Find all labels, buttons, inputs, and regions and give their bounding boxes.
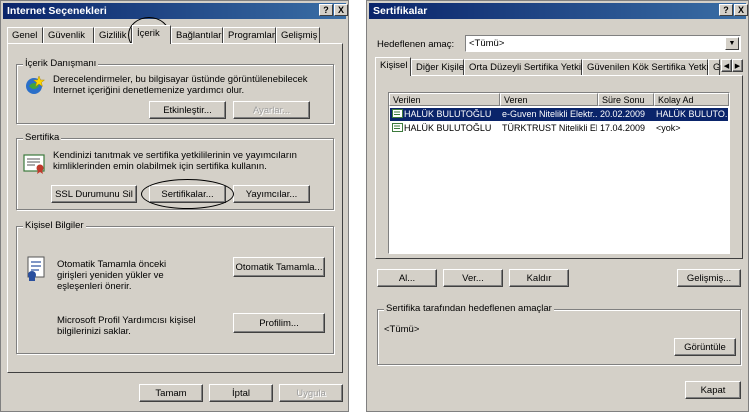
- help-button[interactable]: ?: [719, 4, 733, 16]
- cell-issued-by: e-Guven Nitelikli Elektr...: [502, 109, 597, 119]
- content-advisor-title: İçerik Danışmanı: [23, 58, 99, 69]
- certificates-title: Sertifika: [23, 132, 62, 143]
- certificates-titlebar: Sertifikalar: [369, 3, 746, 19]
- certificate-icon: [392, 123, 403, 132]
- tab-privacy[interactable]: Gizlilik: [94, 27, 132, 43]
- intended-purpose-dropdown[interactable]: <Tümü> ▼: [465, 35, 741, 52]
- tab-bar: Genel Güvenlik Gizlilik İçerik Bağlantıl…: [7, 25, 343, 44]
- cell-issued-to: HALÜK BULUTOĞLU: [404, 109, 492, 119]
- window-title: Sertifikalar: [373, 5, 428, 17]
- tab-more[interactable]: Gü: [708, 59, 720, 75]
- column-header-expiration[interactable]: Süre Sonu: [598, 93, 654, 106]
- tab-personal[interactable]: Kişisel: [375, 57, 411, 76]
- intended-purpose-label: Hedeflenen amaç:: [377, 39, 455, 50]
- cell-issued-by: TÜRKTRUST Nitelikli El...: [502, 123, 597, 133]
- cell-expiration: 17.04.2009: [600, 123, 646, 133]
- cell-issued-to: HALÜK BULUTOĞLU: [404, 123, 492, 133]
- certificates-window: Sertifikalar ? X Hedeflenen amaç: <Tümü>…: [366, 0, 749, 412]
- tab-trusted-root-ca[interactable]: Güvenilen Kök Sertifika Yetkilileri: [582, 59, 725, 75]
- content-advisor-description: Derecelendirmeler, bu bilgisayar üstünde…: [53, 74, 308, 96]
- settings-button[interactable]: Ayarlar...: [233, 101, 310, 119]
- export-button[interactable]: Ver...: [443, 269, 503, 287]
- certificate-icon: [23, 154, 45, 174]
- column-header-friendly-name[interactable]: Kolay Ad: [654, 93, 729, 106]
- profile-description: Microsoft Profil Yardımcısı kişisel bilg…: [57, 315, 196, 337]
- tab-connections[interactable]: Bağlantılar: [171, 27, 223, 43]
- table-row[interactable]: HALÜK BULUTOĞLU e-Guven Nitelikli Elektr…: [390, 108, 728, 121]
- cert-tab-bar: Kişisel Diğer Kişiler Orta Düzeyli Serti…: [375, 57, 743, 76]
- tab-intermediate-ca[interactable]: Orta Düzeyli Sertifika Yetkilileri: [464, 59, 598, 75]
- tab-scroll-right-icon[interactable]: ▶: [732, 59, 743, 72]
- clear-ssl-state-button[interactable]: SSL Durumunu Sil: [51, 185, 137, 203]
- personal-info-group: Kişisel Bilgiler Otomatik Tamamla önceki…: [16, 220, 334, 354]
- intended-purposes-value: <Tümü>: [384, 324, 420, 335]
- advanced-button[interactable]: Gelişmiş...: [677, 269, 741, 287]
- tab-general[interactable]: Genel: [7, 27, 43, 43]
- autocomplete-button[interactable]: Otomatik Tamamla...: [233, 257, 325, 277]
- apply-button[interactable]: Uygula: [279, 384, 343, 402]
- cancel-button[interactable]: İptal: [209, 384, 273, 402]
- autocomplete-form-icon: [27, 256, 45, 281]
- tab-programs[interactable]: Programlar: [223, 27, 276, 43]
- tab-advanced[interactable]: Gelişmiş: [276, 27, 320, 43]
- close-button[interactable]: X: [334, 4, 348, 16]
- certificates-button-highlight-oval: [141, 179, 234, 209]
- close-button[interactable]: X: [734, 4, 748, 16]
- cell-expiration: 20.02.2009: [600, 109, 646, 119]
- remove-button[interactable]: Kaldır: [509, 269, 569, 287]
- window-title: Internet Seçenekleri: [7, 5, 107, 17]
- intended-purposes-group: Sertifika tarafından hedeflenen amaçlar …: [377, 303, 741, 365]
- ratings-star-icon: [26, 75, 45, 94]
- internet-options-titlebar: Internet Seçenekleri: [3, 3, 346, 19]
- cell-friendly-name: HALÜK BULUTO...: [656, 109, 728, 119]
- column-header-issued-by[interactable]: Veren: [500, 93, 598, 106]
- close-dialog-button[interactable]: Kapat: [685, 381, 741, 399]
- intended-purposes-title: Sertifika tarafından hedeflenen amaçlar: [384, 303, 554, 314]
- certificate-list[interactable]: Verilen Veren Süre Sonu Kolay Ad HALÜK B…: [388, 92, 730, 254]
- intended-purpose-value: <Tümü>: [469, 38, 505, 49]
- tab-other-people[interactable]: Diğer Kişiler: [411, 59, 467, 75]
- certificate-icon: [392, 109, 403, 118]
- table-row[interactable]: HALÜK BULUTOĞLU TÜRKTRUST Nitelikli El..…: [390, 122, 728, 135]
- tab-scroll-left-icon[interactable]: ◀: [721, 59, 732, 72]
- publishers-button[interactable]: Yayımcılar...: [233, 185, 310, 203]
- content-tab-panel: İçerik Danışmanı Derecelendirmeler, bu b…: [7, 43, 343, 373]
- cell-friendly-name: <yok>: [656, 123, 681, 133]
- content-advisor-group: İçerik Danışmanı Derecelendirmeler, bu b…: [16, 58, 334, 124]
- my-profile-button[interactable]: Profilim...: [233, 313, 325, 333]
- tab-security[interactable]: Güvenlik: [43, 27, 94, 43]
- view-button[interactable]: Görüntüle: [674, 338, 736, 356]
- column-header-issued-to[interactable]: Verilen: [389, 93, 500, 106]
- chevron-down-icon[interactable]: ▼: [725, 37, 739, 50]
- tab-content[interactable]: İçerik: [132, 25, 171, 44]
- enable-button[interactable]: Etkinleştir...: [149, 101, 226, 119]
- autocomplete-description: Otomatik Tamamla önceki girişleri yenide…: [57, 259, 167, 292]
- ok-button[interactable]: Tamam: [139, 384, 203, 402]
- personal-info-title: Kişisel Bilgiler: [23, 220, 86, 231]
- import-button[interactable]: Al...: [377, 269, 437, 287]
- certificates-description: Kendinizi tanıtmak ve sertifika yetkilil…: [53, 150, 297, 172]
- internet-options-window: Internet Seçenekleri ? X Genel Güvenlik …: [0, 0, 349, 412]
- help-button[interactable]: ?: [319, 4, 333, 16]
- cert-tab-panel: Verilen Veren Süre Sonu Kolay Ad HALÜK B…: [375, 75, 743, 259]
- certificates-group: Sertifika Kendinizi tanıtmak ve sertifik…: [16, 132, 334, 210]
